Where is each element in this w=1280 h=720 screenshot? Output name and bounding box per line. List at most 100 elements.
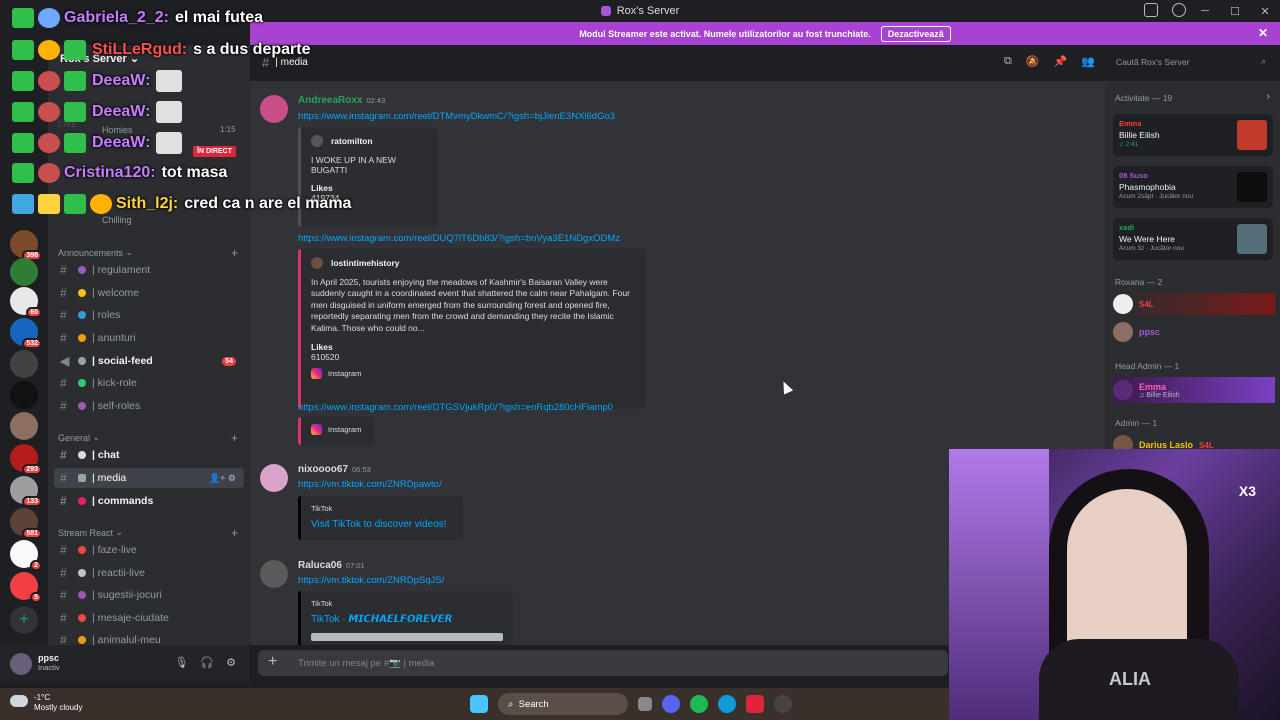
channel-roles[interactable]: # | roles: [54, 305, 244, 325]
disable-streamer-button[interactable]: Dezactivează: [880, 25, 951, 42]
add-server-icon[interactable]: +: [10, 606, 38, 634]
link-embed: TikTok Visit TikTok to discover videos!: [298, 496, 463, 540]
avatar[interactable]: [260, 560, 288, 588]
steam-icon[interactable]: [774, 695, 792, 713]
server-icon[interactable]: 5: [10, 572, 42, 603]
server-icon[interactable]: 581: [10, 508, 42, 539]
discord-icon[interactable]: [662, 695, 680, 713]
user-panel: ppsc Inactiv 🎙 🎧 ⚙: [0, 645, 250, 682]
channel-welcome[interactable]: # | welcome: [54, 283, 244, 303]
channel-media[interactable]: # | media 👤+ ⚙: [54, 468, 244, 488]
channel-label: | social-feed: [92, 355, 153, 367]
overlay-user: DeeaW:: [92, 103, 151, 120]
server-icon[interactable]: 293: [10, 444, 42, 475]
server-icon[interactable]: 60: [10, 287, 42, 318]
server-icon[interactable]: 2: [10, 540, 42, 571]
pin-icon[interactable]: 📌: [1054, 55, 1068, 68]
avatar[interactable]: [10, 652, 32, 675]
weather-widget[interactable]: -1°C Mostly cloudy: [10, 693, 82, 712]
channel-anunturi[interactable]: # | anunturi: [54, 328, 244, 348]
overlay-message: cred ca n are el mama: [184, 195, 352, 212]
channel-settings-icon[interactable]: 👤+ ⚙: [209, 473, 236, 484]
overlay-message: s a dus departe: [193, 41, 311, 58]
app-icon[interactable]: [746, 695, 764, 713]
message-link[interactable]: https://vm.tiktok.com/ZNRDpawto/: [298, 479, 442, 490]
members-icon[interactable]: 👥: [1081, 55, 1095, 68]
threads-icon[interactable]: ⧉: [1004, 55, 1012, 68]
edge-icon[interactable]: [718, 695, 736, 713]
embed-thumbnail[interactable]: [311, 633, 503, 641]
message-author[interactable]: nixoooo67 06:53: [298, 464, 371, 475]
activity-card[interactable]: xadi We Were Here Acum 3z · Jucător nou: [1113, 218, 1273, 260]
category-general[interactable]: General ⌄ +: [58, 431, 244, 445]
overlay-message: el mai futea: [174, 9, 263, 26]
add-channel-icon[interactable]: +: [231, 526, 238, 540]
windows-start-icon[interactable]: [470, 695, 488, 713]
server-icon[interactable]: 133: [10, 476, 42, 507]
close-banner-icon[interactable]: ✕: [1258, 26, 1268, 40]
inbox-icon[interactable]: [1144, 3, 1158, 17]
cloud-icon: [10, 695, 28, 707]
channel-commands[interactable]: # | commands: [54, 491, 244, 511]
badge-icon: [12, 102, 34, 122]
channel-self-roles[interactable]: # | self-roles: [54, 396, 244, 416]
message-author[interactable]: Raluca06 07:01: [298, 560, 365, 571]
task-view-icon[interactable]: [638, 697, 652, 711]
channel-regulament[interactable]: # | regulament: [54, 260, 244, 280]
close-window-icon[interactable]: ✕: [1250, 5, 1280, 18]
server-icon[interactable]: [10, 350, 38, 378]
channel-chat[interactable]: # | chat: [54, 445, 244, 465]
add-channel-icon[interactable]: +: [231, 246, 238, 260]
member-item[interactable]: Emma ♫ Billie Eilish: [1113, 377, 1275, 403]
avatar[interactable]: [260, 464, 288, 492]
embed-author[interactable]: lostintimehistory: [331, 258, 399, 268]
hash-icon: #: [60, 588, 67, 602]
gear-icon[interactable]: ⚙: [226, 656, 236, 669]
channel-sugestii-jocuri[interactable]: # | sugestii-jocuri: [54, 585, 244, 605]
server-icon[interactable]: [10, 412, 38, 440]
member-item[interactable]: S4L: [1113, 293, 1275, 315]
activity-card[interactable]: Emma Billie Eilish ♫ 2:41: [1113, 114, 1273, 156]
notifications-icon[interactable]: 🔕: [1026, 55, 1040, 68]
server-icon[interactable]: 398: [10, 230, 42, 261]
server-icon[interactable]: [10, 381, 38, 409]
channel-faze-live[interactable]: # | faze-live: [54, 540, 244, 560]
chevron-right-icon[interactable]: ›: [1267, 91, 1270, 102]
microphone-icon[interactable]: 🎙: [174, 656, 188, 669]
message-link[interactable]: https://vm.tiktok.com/ZNRDpSqJS/: [298, 575, 444, 586]
shirt-text: ALIA: [1109, 669, 1151, 689]
overlay-user: DeeaW:: [92, 134, 151, 151]
channel-label: | anunturi: [92, 332, 136, 344]
taskbar-search[interactable]: ⌕ Search: [498, 693, 628, 715]
search-input[interactable]: Caută Rox's Server ⌕: [1110, 53, 1272, 71]
emoji-icon: [78, 289, 86, 297]
emoji-icon: [78, 569, 86, 577]
embed-title[interactable]: Visit TikTok to discover videos!: [311, 519, 453, 530]
category-stream-react[interactable]: Stream React ⌄ +: [58, 526, 244, 540]
channel-social-feed[interactable]: ◀ | social-feed 54: [54, 351, 244, 371]
avatar: [38, 102, 60, 122]
link-embed: Instagram: [298, 417, 374, 445]
headphones-icon[interactable]: 🎧: [200, 656, 214, 669]
add-attachment-icon[interactable]: +: [268, 653, 277, 671]
message-input[interactable]: + Trimite un mesaj pe #📷 | media: [258, 650, 948, 676]
category-announcements[interactable]: Announcements ⌄ +: [58, 246, 244, 260]
server-icon[interactable]: [10, 258, 38, 286]
channel-reactii-live[interactable]: # | reactii-live: [54, 563, 244, 583]
channel-mesaje-ciudate[interactable]: # | mesaje-ciudate: [54, 608, 244, 628]
live-badge: ÎN DIRECT: [193, 146, 236, 157]
maximize-icon[interactable]: ☐: [1220, 5, 1250, 18]
member-item[interactable]: ppsc: [1113, 321, 1275, 343]
activity-card[interactable]: 08 Suso Phasmophobia Acum 2săpt · Jucăto…: [1113, 166, 1273, 208]
message-link[interactable]: https://www.instagram.com/reel/DTGSVjukR…: [298, 402, 613, 413]
server-icon[interactable]: 532: [10, 318, 42, 349]
message-link[interactable]: https://www.instagram.com/reel/DUQ7lT6Db…: [298, 233, 620, 244]
help-icon[interactable]: [1172, 3, 1186, 17]
channel-kick-role[interactable]: # | kick-role: [54, 373, 244, 393]
minimize-icon[interactable]: ─: [1190, 5, 1220, 17]
add-channel-icon[interactable]: +: [231, 431, 238, 445]
author-avatar: [311, 257, 323, 269]
category-label: Stream React: [58, 527, 114, 538]
spotify-icon[interactable]: [690, 695, 708, 713]
embed-title[interactable]: TikTok · 𝙈𝙄𝘾𝙃𝘼𝙀𝙇𝙁𝙊𝙍𝙀𝙑𝙀𝙍: [311, 614, 503, 625]
